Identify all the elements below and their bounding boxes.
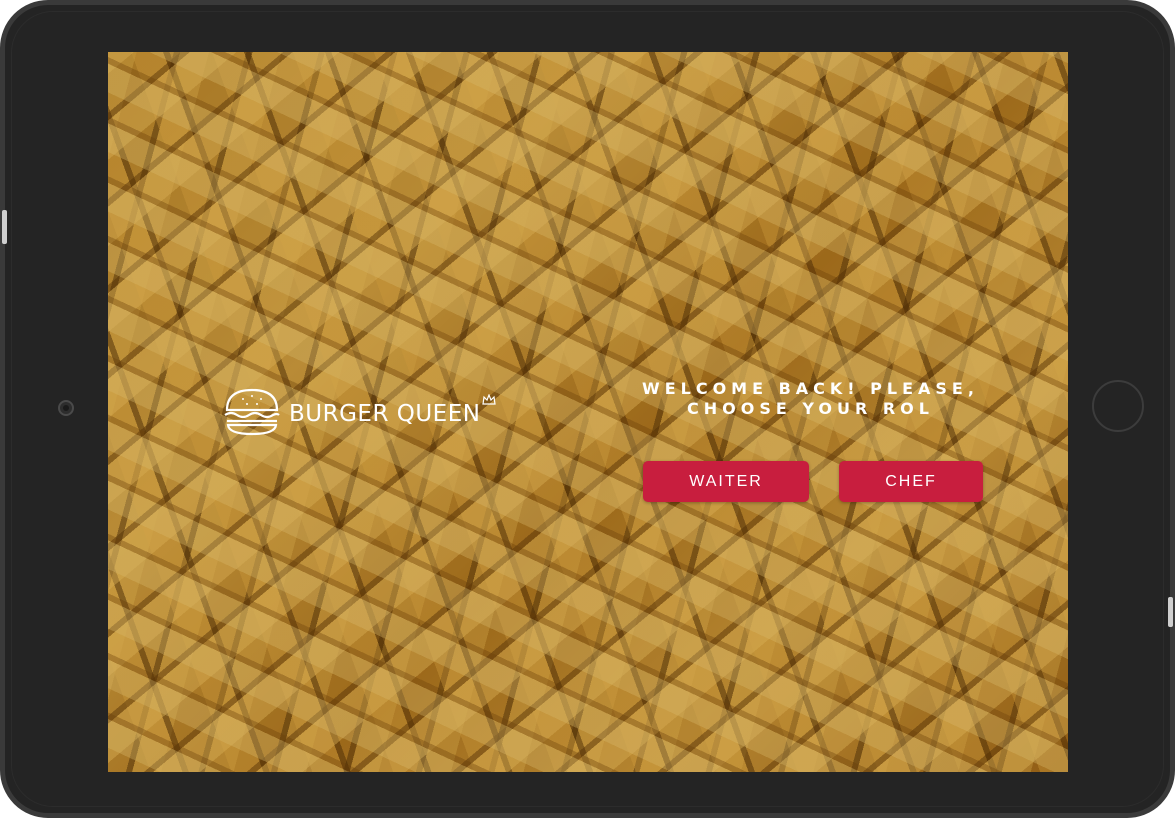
burger-icon bbox=[224, 388, 280, 436]
waiter-button[interactable]: WAITER bbox=[643, 461, 809, 502]
chef-button[interactable]: CHEF bbox=[839, 461, 983, 502]
logo: BURGER QUEEN bbox=[223, 386, 502, 438]
crown-icon bbox=[482, 394, 497, 405]
home-button[interactable] bbox=[1092, 380, 1144, 432]
brand-name: BURGER QUEEN bbox=[289, 401, 481, 427]
welcome-message: WELCOME BACK! PLEASE, CHOOSE YOUR ROL bbox=[642, 379, 979, 418]
screen: BURGER QUEEN WELCOME BACK! PLEASE, CHOOS… bbox=[108, 52, 1068, 772]
camera-icon bbox=[58, 400, 74, 416]
tablet-frame: BURGER QUEEN WELCOME BACK! PLEASE, CHOOS… bbox=[0, 0, 1175, 818]
power-button bbox=[1168, 597, 1173, 627]
volume-button bbox=[2, 210, 7, 244]
